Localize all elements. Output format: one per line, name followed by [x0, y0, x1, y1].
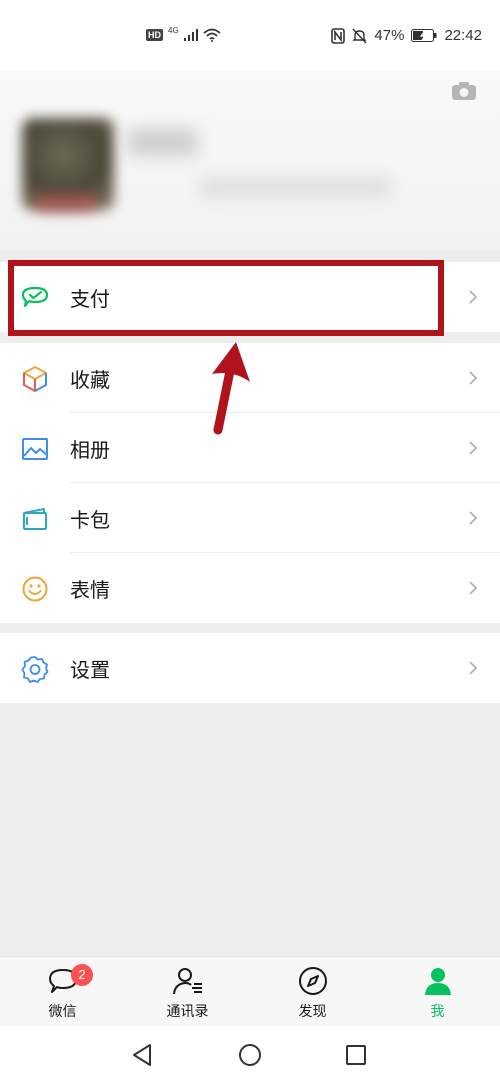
- back-triangle-icon[interactable]: [130, 1042, 156, 1068]
- profile-header[interactable]: [0, 70, 500, 250]
- status-bar: HD 4G 47% 22:42: [0, 0, 500, 70]
- tab-label-me: 我: [430, 1003, 445, 1019]
- contacts-icon: [173, 968, 202, 995]
- tab-label-contacts: 通讯录: [166, 1003, 209, 1019]
- menu-label-settings: 设置: [70, 657, 110, 682]
- chevron-right-icon: [469, 290, 478, 304]
- card-wallet-icon: [23, 508, 47, 530]
- battery-icon: [411, 29, 437, 42]
- menu-item-cards[interactable]: 卡包: [0, 483, 500, 553]
- tab-contacts[interactable]: 通讯录: [125, 957, 250, 1027]
- menu-label-stickers: 表情: [70, 577, 110, 602]
- network-type: 4G: [168, 25, 179, 35]
- profile-name-blurred: [128, 128, 198, 156]
- tab-me[interactable]: 我: [375, 957, 500, 1027]
- battery-percent: 47%: [374, 27, 405, 44]
- tab-label-chats: 微信: [48, 1003, 77, 1019]
- menu-label-favorites: 收藏: [70, 367, 110, 392]
- menu-label-album: 相册: [70, 437, 110, 462]
- recents-square-icon[interactable]: [343, 1042, 369, 1068]
- annotation-highlight-box: [8, 260, 444, 336]
- mute-bell-icon: [352, 28, 368, 43]
- tab-bar: 2 微信 通讯录 发现 我: [0, 956, 500, 1026]
- menu-group-settings: 设置: [0, 633, 500, 703]
- tab-chats[interactable]: 2 微信: [0, 957, 125, 1027]
- gear-icon: [21, 656, 49, 683]
- menu-item-settings[interactable]: 设置: [0, 633, 500, 703]
- annotation-arrow-icon: [212, 342, 250, 435]
- unread-badge: 2: [71, 964, 93, 986]
- avatar-blur-detail: [36, 195, 96, 211]
- favorites-cube-icon: [23, 366, 47, 392]
- chevron-right-icon: [469, 661, 478, 675]
- nfc-icon: [331, 27, 346, 44]
- chevron-right-icon: [469, 371, 478, 385]
- compass-icon: [299, 967, 327, 995]
- chevron-right-icon: [469, 511, 478, 525]
- person-icon: [425, 968, 451, 995]
- tab-discover[interactable]: 发现: [250, 957, 375, 1027]
- tab-label-discover: 发现: [298, 1003, 327, 1019]
- menu-label-cards: 卡包: [70, 507, 110, 532]
- hd-badge: HD: [146, 29, 163, 41]
- chevron-right-icon: [469, 441, 478, 455]
- camera-icon[interactable]: [451, 81, 477, 101]
- home-circle-icon[interactable]: [237, 1042, 263, 1068]
- chevron-right-icon: [469, 581, 478, 595]
- status-left: HD 4G: [146, 25, 221, 42]
- status-right: 47% 22:42: [331, 27, 482, 44]
- smiley-icon: [22, 576, 48, 602]
- menu-item-stickers[interactable]: 表情: [0, 553, 500, 623]
- profile-id-blurred: [200, 178, 390, 196]
- clock: 22:42: [444, 27, 482, 44]
- wifi-icon: [203, 28, 221, 42]
- album-image-icon: [22, 438, 48, 460]
- system-nav-bar: [0, 1026, 500, 1084]
- signal-icon: [183, 29, 198, 41]
